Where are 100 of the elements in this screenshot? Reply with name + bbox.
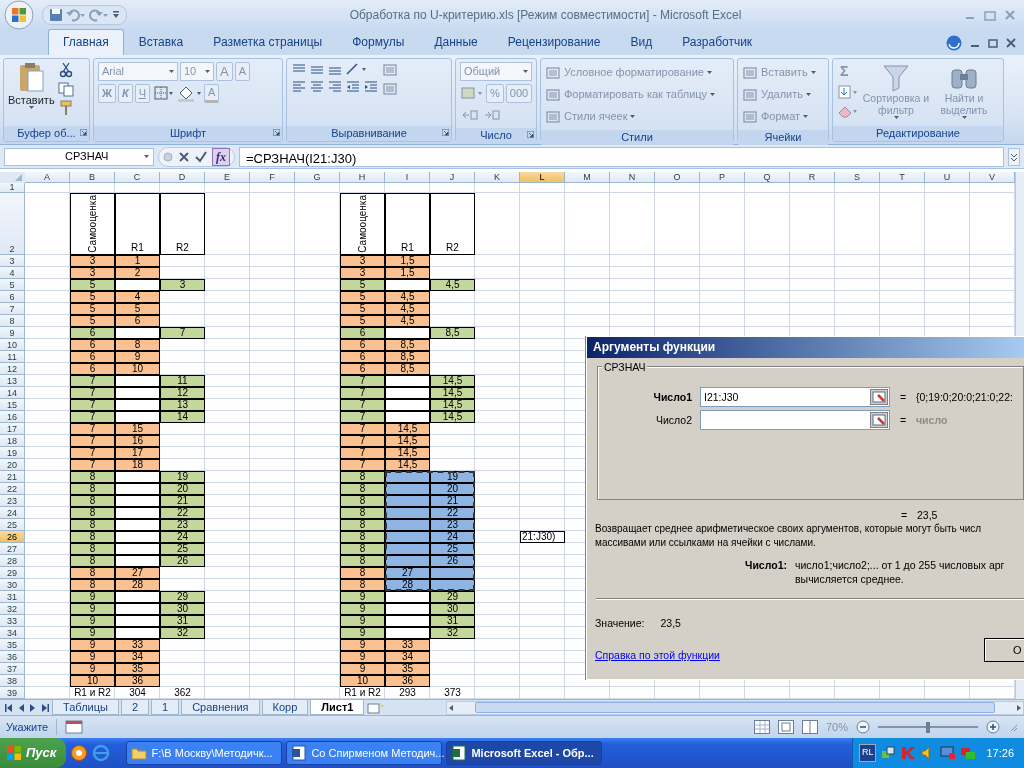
increase-indent-icon[interactable] (363, 79, 379, 93)
normal-view-icon[interactable] (753, 720, 770, 734)
ok-button[interactable]: О (984, 638, 1024, 662)
dialog-launcher-icon[interactable] (273, 129, 280, 136)
save-icon[interactable] (49, 8, 63, 22)
row-header[interactable]: 24 (0, 507, 25, 519)
taskbar-button[interactable]: Со Спирменом Методич... (286, 741, 443, 765)
row-header[interactable]: 34 (0, 627, 25, 639)
row-header[interactable]: 30 (0, 579, 25, 591)
column-header[interactable]: C (115, 172, 160, 183)
column-header[interactable]: O (655, 172, 700, 183)
sheet-tab[interactable]: 2 (120, 700, 150, 715)
ribbon-tab[interactable]: Данные (419, 29, 493, 55)
row-header[interactable]: 7 (0, 303, 25, 315)
row-header[interactable]: 36 (0, 651, 25, 663)
customize-caret-icon[interactable] (112, 11, 120, 19)
merge-cells-icon[interactable] (382, 81, 398, 97)
ribbon-tab[interactable]: Разметка страницы (198, 29, 338, 55)
name-box[interactable]: СРЗНАЧ (4, 147, 154, 166)
column-header[interactable]: E (205, 172, 250, 183)
column-header[interactable]: N (610, 172, 655, 183)
macro-record-icon[interactable] (65, 720, 84, 734)
row-header[interactable]: 22 (0, 483, 25, 495)
column-header[interactable]: Q (745, 172, 790, 183)
row-header[interactable]: 33 (0, 615, 25, 627)
dialog-launcher-icon[interactable] (527, 131, 534, 138)
column-header[interactable]: J (430, 172, 475, 183)
ribbon-tab[interactable]: Главная (48, 29, 124, 55)
language-indicator[interactable]: RL (858, 744, 877, 762)
row-header[interactable]: 16 (0, 411, 25, 423)
row-header[interactable]: 5 (0, 279, 25, 291)
column-header[interactable]: G (295, 172, 340, 183)
fill-color-icon[interactable] (176, 84, 203, 103)
argument-field[interactable] (700, 409, 890, 430)
display-icon[interactable] (940, 745, 957, 761)
row-header[interactable]: 39 (0, 687, 25, 699)
start-button[interactable]: Пуск (0, 738, 67, 768)
office-button[interactable] (4, 0, 34, 30)
sheet-tab[interactable]: 1 (151, 700, 180, 715)
row-header[interactable]: 10 (0, 339, 25, 351)
row-header[interactable]: 19 (0, 447, 25, 459)
column-header[interactable]: T (880, 172, 925, 183)
row-header[interactable]: 2 (0, 193, 25, 255)
row-header[interactable]: 15 (0, 399, 25, 411)
align-left-icon[interactable] (291, 79, 307, 93)
row-header[interactable]: 29 (0, 567, 25, 579)
sheet-tab[interactable]: Корр (261, 700, 309, 715)
row-header[interactable]: 20 (0, 459, 25, 471)
column-header[interactable]: M (565, 172, 610, 183)
row-header[interactable]: 25 (0, 519, 25, 531)
dialog-launcher-icon[interactable] (442, 129, 449, 136)
row-header[interactable]: 38 (0, 675, 25, 687)
formula-field[interactable]: =СРЗНАЧ(I21:J30) (239, 146, 1004, 167)
align-right-icon[interactable] (327, 79, 343, 93)
page-layout-icon[interactable] (777, 720, 794, 734)
ribbon-tab[interactable]: Вставка (123, 29, 199, 55)
left-arrow-icon[interactable] (447, 703, 456, 712)
align-center-icon[interactable] (309, 79, 325, 93)
row-header[interactable]: 13 (0, 375, 25, 387)
row-header[interactable]: 18 (0, 435, 25, 447)
sheet-tab[interactable]: Лист1 (310, 700, 365, 715)
row-header[interactable]: 1 (0, 183, 25, 193)
row-header[interactable]: 35 (0, 639, 25, 651)
row-header[interactable]: 6 (0, 291, 25, 303)
text-orientation-icon[interactable] (345, 62, 367, 76)
right-arrow-icon[interactable] (1015, 703, 1023, 712)
column-header[interactable]: U (925, 172, 970, 183)
row-header[interactable]: 28 (0, 555, 25, 567)
row-header[interactable]: 3 (0, 255, 25, 267)
borders-icon[interactable] (152, 84, 175, 103)
ribbon-tab[interactable]: Разработчик (667, 29, 768, 55)
row-header[interactable]: 12 (0, 363, 25, 375)
column-header[interactable]: H (340, 172, 385, 183)
enter-icon[interactable] (195, 150, 207, 163)
row-header[interactable]: 8 (0, 315, 25, 327)
cancel-icon[interactable] (178, 150, 190, 163)
row-header[interactable]: 27 (0, 543, 25, 555)
row-header[interactable]: 31 (0, 591, 25, 603)
close-icon[interactable] (1006, 38, 1016, 48)
last-sheet-icon[interactable] (40, 702, 50, 713)
decrease-indent-icon[interactable] (345, 79, 361, 93)
new-sheet-icon[interactable] (366, 700, 385, 715)
insert-function-button[interactable]: fx (212, 147, 230, 166)
row-header[interactable]: 4 (0, 267, 25, 279)
row-header[interactable]: 9 (0, 327, 25, 339)
row-header[interactable]: 26 (0, 531, 25, 543)
ribbon-tab[interactable]: Рецензирование (492, 29, 616, 55)
row-header[interactable]: 17 (0, 423, 25, 435)
sheet-tab[interactable]: Таблицы (52, 700, 119, 715)
argument-field[interactable]: I21:J30 (700, 386, 890, 407)
row-header[interactable]: 11 (0, 351, 25, 363)
expand-icon[interactable] (1008, 147, 1020, 166)
help-link[interactable]: Справка по этой функции (595, 648, 720, 662)
sheet-tab[interactable]: Сравнения (181, 700, 260, 715)
column-header[interactable]: S (835, 172, 880, 183)
column-header[interactable]: R (790, 172, 835, 183)
column-header[interactable]: I (385, 172, 430, 183)
page-break-icon[interactable] (801, 720, 818, 734)
column-header[interactable]: A (25, 172, 70, 183)
network-icon[interactable] (880, 745, 897, 761)
